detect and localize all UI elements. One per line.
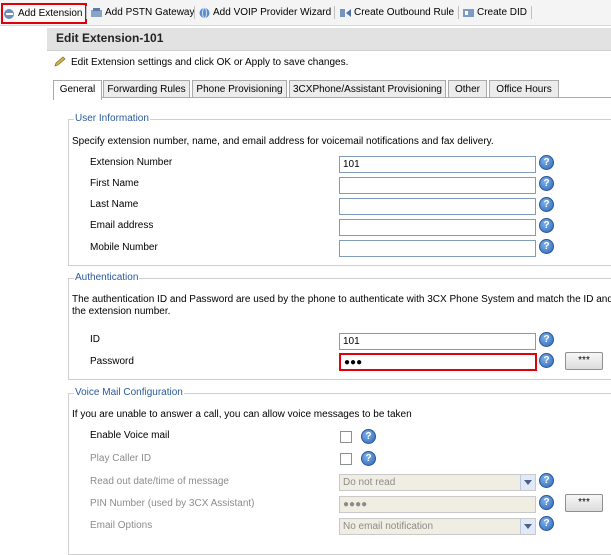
authentication-description-line2: the extension number. bbox=[72, 306, 171, 317]
help-icon[interactable]: ? bbox=[539, 176, 554, 191]
id-input[interactable]: 101 bbox=[339, 333, 536, 350]
tab-3cxphone-assistant-provisioning[interactable]: 3CXPhone/Assistant Provisioning bbox=[289, 80, 446, 98]
pencil-icon bbox=[54, 56, 66, 67]
authentication-legend: Authentication bbox=[74, 272, 140, 283]
add-extension-label: Add Extension bbox=[18, 8, 83, 19]
help-icon[interactable]: ? bbox=[539, 155, 554, 170]
email-options-select[interactable]: No email notification bbox=[339, 518, 536, 535]
toolbar-separator bbox=[86, 6, 87, 19]
tab-label: 3CXPhone/Assistant Provisioning bbox=[293, 84, 442, 95]
pin-number-label: PIN Number (used by 3CX Assistant) bbox=[90, 498, 255, 509]
enable-voice-mail-checkbox[interactable] bbox=[340, 431, 352, 443]
help-icon[interactable]: ? bbox=[361, 429, 376, 444]
mobile-number-input[interactable] bbox=[339, 240, 536, 257]
add-pstn-gateway-button[interactable]: Add PSTN Gateway bbox=[90, 4, 194, 21]
extension-number-label: Extension Number bbox=[90, 157, 173, 168]
gateway-icon bbox=[91, 7, 102, 17]
chevron-down-icon[interactable] bbox=[520, 519, 535, 534]
first-name-label: First Name bbox=[90, 178, 139, 189]
instruction-text: Edit Extension settings and click OK or … bbox=[71, 56, 349, 68]
tab-label: General bbox=[59, 84, 96, 95]
last-name-input[interactable] bbox=[339, 198, 536, 215]
tab-divider bbox=[53, 97, 611, 98]
email-address-input[interactable] bbox=[339, 219, 536, 236]
extension-number-input[interactable]: 101 bbox=[339, 156, 536, 173]
read-out-datetime-label: Read out date/time of message bbox=[90, 476, 229, 487]
help-icon[interactable]: ? bbox=[539, 495, 554, 510]
help-icon[interactable]: ? bbox=[539, 353, 554, 368]
add-pstn-gateway-label: Add PSTN Gateway bbox=[105, 7, 195, 18]
tab-label: Phone Provisioning bbox=[196, 84, 283, 95]
chevron-down-icon[interactable] bbox=[520, 475, 535, 490]
email-options-value: No email notification bbox=[343, 521, 434, 532]
email-address-label: Email address bbox=[90, 220, 154, 231]
add-extension-button[interactable]: Add Extension bbox=[1, 3, 87, 24]
tab-forwarding-rules[interactable]: Forwarding Rules bbox=[103, 80, 190, 98]
user-information-legend: User Information bbox=[74, 113, 150, 124]
tab-office-hours[interactable]: Office Hours bbox=[489, 80, 559, 98]
voice-mail-legend: Voice Mail Configuration bbox=[74, 387, 184, 398]
add-voip-provider-wizard-label: Add VOIP Provider Wizard bbox=[213, 7, 332, 18]
tab-general[interactable]: General bbox=[53, 80, 102, 100]
tab-phone-provisioning[interactable]: Phone Provisioning bbox=[192, 80, 287, 98]
add-voip-provider-wizard-button[interactable]: Add VOIP Provider Wizard bbox=[198, 4, 331, 21]
create-outbound-rule-button[interactable]: Create Outbound Rule bbox=[339, 4, 454, 21]
voice-mail-description: If you are unable to answer a call, you … bbox=[72, 409, 412, 420]
help-icon[interactable]: ? bbox=[539, 516, 554, 531]
tab-label: Other bbox=[454, 84, 480, 95]
create-did-button[interactable]: Create DID bbox=[462, 4, 527, 21]
tab-label: Office Hours bbox=[496, 84, 552, 95]
help-icon[interactable]: ? bbox=[539, 239, 554, 254]
toolbar-separator bbox=[531, 6, 532, 19]
read-out-datetime-select[interactable]: Do not read bbox=[339, 474, 536, 491]
page-title-bar: Edit Extension-101 bbox=[47, 28, 611, 51]
toolbar: Add Extension Add PSTN Gateway Add VOIP … bbox=[0, 0, 611, 26]
show-password-button[interactable]: *** bbox=[565, 352, 603, 370]
create-did-label: Create DID bbox=[477, 7, 528, 18]
help-icon[interactable]: ? bbox=[539, 197, 554, 212]
toolbar-separator bbox=[334, 6, 335, 19]
mobile-number-label: Mobile Number bbox=[90, 242, 158, 253]
help-icon[interactable]: ? bbox=[539, 473, 554, 488]
globe-icon bbox=[199, 7, 210, 18]
user-information-description: Specify extension number, name, and emai… bbox=[72, 136, 494, 147]
authentication-description-line1: The authentication ID and Password are u… bbox=[72, 294, 611, 305]
tab-label: Forwarding Rules bbox=[107, 84, 186, 95]
email-options-label: Email Options bbox=[90, 520, 153, 531]
toolbar-separator bbox=[458, 6, 459, 19]
last-name-label: Last Name bbox=[90, 199, 139, 210]
password-label: Password bbox=[90, 356, 134, 367]
tab-other[interactable]: Other bbox=[448, 80, 487, 98]
page-title: Edit Extension-101 bbox=[56, 31, 164, 45]
first-name-input[interactable] bbox=[339, 177, 536, 194]
play-caller-id-label: Play Caller ID bbox=[90, 453, 152, 464]
did-icon bbox=[463, 8, 474, 17]
help-icon[interactable]: ? bbox=[539, 218, 554, 233]
read-out-datetime-value: Do not read bbox=[343, 477, 396, 488]
help-icon[interactable]: ? bbox=[361, 451, 376, 466]
id-label: ID bbox=[90, 334, 100, 345]
toolbar-separator bbox=[194, 6, 195, 19]
create-outbound-rule-label: Create Outbound Rule bbox=[354, 7, 455, 18]
pin-number-input[interactable]: ●●●● bbox=[339, 496, 536, 513]
help-icon[interactable]: ? bbox=[539, 332, 554, 347]
show-pin-button[interactable]: *** bbox=[565, 494, 603, 512]
instruction: Edit Extension settings and click OK or … bbox=[53, 56, 348, 68]
outbound-rule-icon bbox=[340, 8, 351, 17]
password-input[interactable]: ●●● bbox=[339, 353, 537, 371]
enable-voice-mail-label: Enable Voice mail bbox=[90, 430, 170, 441]
add-extension-icon bbox=[4, 8, 14, 19]
play-caller-id-checkbox[interactable] bbox=[340, 453, 352, 465]
